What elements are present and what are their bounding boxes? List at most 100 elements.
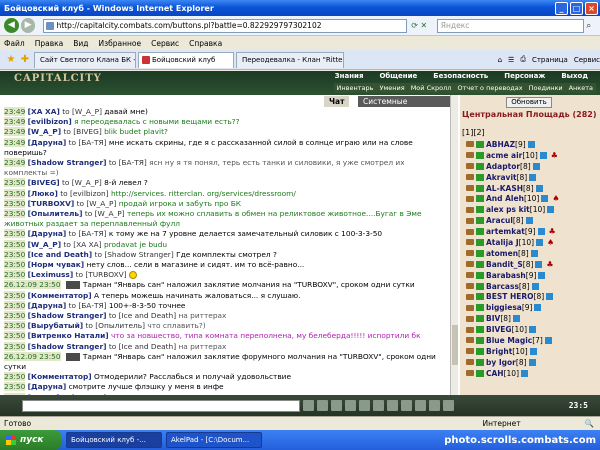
player-row[interactable]: artemkat [9] ♣ xyxy=(460,226,600,237)
private-arrow-icon[interactable] xyxy=(466,174,474,181)
info-icon[interactable] xyxy=(536,238,544,246)
nav-inventory[interactable]: Инвентарь xyxy=(334,83,377,93)
message-nick[interactable]: [Витренко Натали] xyxy=(28,331,109,340)
message-nick[interactable]: [Вырубатый] xyxy=(28,321,83,330)
message-nick[interactable]: [evilbizon] xyxy=(28,117,72,126)
send-icon[interactable] xyxy=(303,400,314,411)
info-icon[interactable] xyxy=(512,315,520,323)
refresh-stop-icon[interactable]: ⟳ ✕ xyxy=(411,21,437,30)
player-row[interactable]: Bandit_S [8] ♣ xyxy=(460,259,600,270)
forward-arrow-icon[interactable]: ▶ xyxy=(20,18,36,33)
info-icon[interactable] xyxy=(547,206,555,214)
menu-view[interactable]: Вид xyxy=(73,39,88,48)
private-arrow-icon[interactable] xyxy=(466,206,474,213)
player-row[interactable]: AL-KASH [8] xyxy=(460,183,600,194)
tab-light-clan[interactable]: Сайт Светлого Клана БК -... xyxy=(34,51,136,68)
player-nick[interactable]: by Igor xyxy=(486,358,516,367)
info-icon[interactable] xyxy=(521,369,528,377)
player-nick[interactable]: BEST HERO xyxy=(486,292,534,301)
player-nick[interactable]: BIVEG xyxy=(486,325,512,334)
info-icon[interactable] xyxy=(525,217,533,225)
private-arrow-icon[interactable] xyxy=(466,217,474,224)
task-browser[interactable]: Бойцовский клуб -... xyxy=(66,432,162,448)
message-nick[interactable]: [Даруна] xyxy=(28,382,67,391)
player-row[interactable]: Barcass [8] xyxy=(460,281,600,292)
player-row[interactable]: Barabash [9] xyxy=(460,270,600,281)
private-arrow-icon[interactable] xyxy=(466,239,474,246)
player-row[interactable]: biggiesa [9] xyxy=(460,302,600,313)
close-icon[interactable]: × xyxy=(585,1,598,15)
nav-fights[interactable]: Поединки xyxy=(526,83,566,93)
info-icon[interactable] xyxy=(535,260,543,268)
nav-exit[interactable]: Выход xyxy=(553,71,596,82)
message-nick[interactable]: [Комментатор] xyxy=(28,291,92,300)
player-nick[interactable]: acme air xyxy=(486,151,522,160)
message-nick[interactable]: [Опылитель] xyxy=(28,209,83,218)
private-arrow-icon[interactable] xyxy=(466,141,474,148)
message-recipient[interactable]: to [БА-ТЯ] xyxy=(69,301,107,310)
private-arrow-icon[interactable] xyxy=(466,272,474,279)
info-icon[interactable] xyxy=(546,293,554,301)
info-icon[interactable] xyxy=(537,228,545,236)
info-icon[interactable] xyxy=(539,151,547,159)
player-row[interactable]: Atalija J [10] ♠ xyxy=(460,237,600,248)
message-nick[interactable]: [BIVEG] xyxy=(28,178,60,187)
maximize-icon[interactable]: □ xyxy=(570,1,583,15)
message-recipient[interactable]: to [Ice and Death] xyxy=(109,311,176,320)
message-recipient[interactable]: to [Shadow Stranger] xyxy=(95,250,174,259)
message-nick[interactable]: [Ice and Death] xyxy=(28,250,93,259)
private-arrow-icon[interactable] xyxy=(466,348,474,355)
player-nick[interactable]: alex ps kit xyxy=(486,205,530,214)
private-arrow-icon[interactable] xyxy=(466,163,474,170)
message-nick[interactable]: [ХА ХА] xyxy=(28,107,60,116)
search-icon[interactable]: ⌕ xyxy=(586,21,600,31)
chat-message-input[interactable] xyxy=(22,399,300,412)
minimize-icon[interactable]: _ xyxy=(555,1,568,15)
menu-tools[interactable]: Сервис xyxy=(151,39,179,48)
player-row[interactable]: by Igor [8] xyxy=(460,357,600,368)
player-nick[interactable]: Aracul xyxy=(486,216,513,225)
message-recipient[interactable]: to [W_A_P] xyxy=(62,178,102,187)
private-arrow-icon[interactable] xyxy=(466,152,474,159)
player-nick[interactable]: Bandit_S xyxy=(486,260,523,269)
message-nick[interactable]: [Люко] xyxy=(28,189,58,198)
message-recipient[interactable]: to [W_A_P] xyxy=(77,199,117,208)
player-nick[interactable]: CAH xyxy=(486,369,504,378)
private-arrow-icon[interactable] xyxy=(466,250,474,257)
info-icon[interactable] xyxy=(529,173,537,181)
nav-transfers[interactable]: Отчет о переводах xyxy=(454,83,525,93)
player-row[interactable]: And Aleh [10] ♠ xyxy=(460,193,600,204)
nav-security[interactable]: Безопасность xyxy=(425,71,496,82)
private-arrow-icon[interactable] xyxy=(466,293,474,300)
player-nick[interactable]: Akravit xyxy=(486,173,517,182)
info-icon[interactable] xyxy=(544,336,552,344)
private-arrow-icon[interactable] xyxy=(466,185,474,191)
player-row[interactable]: Aracul [8] xyxy=(460,215,600,226)
tab-chat[interactable]: Чат xyxy=(324,96,350,107)
sound-icon[interactable] xyxy=(401,400,412,411)
nav-communication[interactable]: Общение xyxy=(371,71,425,82)
nav-profile[interactable]: Анкета xyxy=(566,83,596,93)
url-input[interactable]: http://capitalcity.combats.com/buttons.p… xyxy=(43,18,408,33)
player-nick[interactable]: BIV xyxy=(486,314,500,323)
message-recipient[interactable]: to [W_A_P] xyxy=(62,107,102,116)
player-nick[interactable]: atomen xyxy=(486,249,518,258)
page-menu[interactable]: Страница xyxy=(532,56,568,64)
message-nick[interactable]: [Leximuss] xyxy=(28,270,74,279)
info-icon[interactable] xyxy=(535,184,543,192)
task-akelpad[interactable]: AkelPad - [C:\Docum... xyxy=(166,432,262,448)
message-recipient[interactable]: to [ХА ХА] xyxy=(63,240,101,249)
message-nick[interactable]: [Даруна] xyxy=(28,138,67,147)
message-recipient[interactable]: to [БА-ТЯ] xyxy=(69,138,107,147)
info-icon[interactable] xyxy=(529,347,537,355)
add-favorite-icon[interactable]: ✚ xyxy=(18,53,32,67)
player-nick[interactable]: Adaptor xyxy=(486,162,520,171)
message-nick[interactable]: [Даруна] xyxy=(28,229,67,238)
player-row[interactable]: Bright [10] xyxy=(460,346,600,357)
private-arrow-icon[interactable] xyxy=(466,195,474,202)
private-arrow-icon[interactable] xyxy=(466,315,474,322)
private-arrow-icon[interactable] xyxy=(466,304,474,311)
home-icon[interactable]: ⌂ xyxy=(498,56,502,64)
message-nick[interactable]: [Комментатор] xyxy=(28,372,92,381)
info-icon[interactable] xyxy=(538,271,546,279)
